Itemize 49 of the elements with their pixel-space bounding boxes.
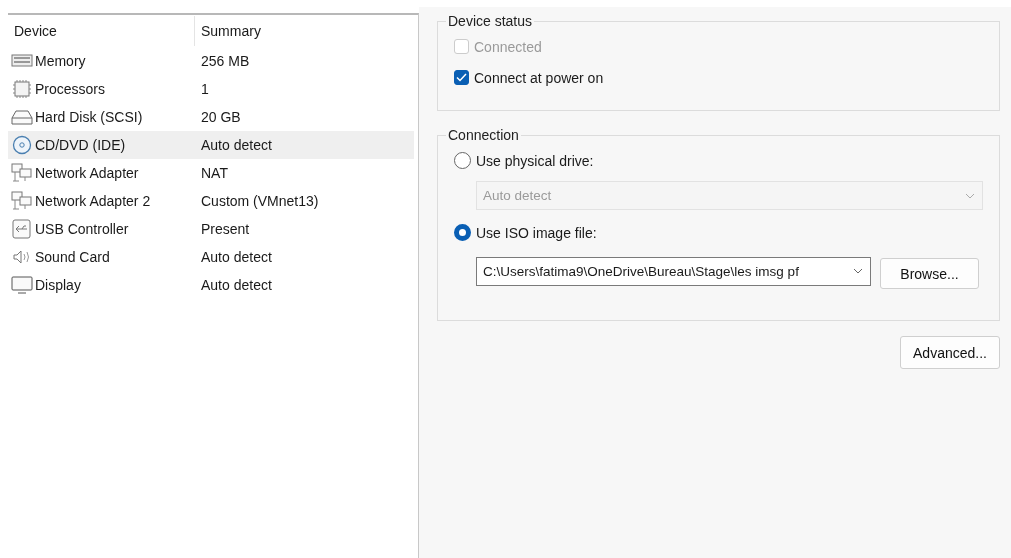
device-name: Sound Card — [35, 249, 110, 265]
memory-icon — [11, 53, 33, 69]
device-summary: 20 GB — [200, 109, 242, 125]
network-icon — [11, 163, 33, 183]
checkbox[interactable] — [454, 70, 469, 85]
device-row[interactable]: Sound Card Auto detect — [8, 243, 414, 271]
device-row[interactable]: Network Adapter NAT — [8, 159, 414, 187]
chevron-down-icon — [853, 268, 863, 274]
device-summary: Present — [200, 221, 251, 237]
device-name: Network Adapter — [35, 165, 139, 181]
group-title: Connection — [447, 127, 520, 143]
device-summary: 256 MB — [200, 53, 251, 69]
device-summary: Auto detect — [200, 137, 273, 153]
device-row[interactable]: Display Auto detect — [8, 271, 414, 299]
checkbox-label[interactable]: Connect at power on — [474, 69, 604, 86]
column-header[interactable]: Summary — [194, 16, 418, 46]
device-summary: 1 — [200, 81, 210, 97]
device-name: Memory — [35, 53, 86, 69]
device-name: Hard Disk (SCSI) — [35, 109, 143, 125]
path-combo-box[interactable]: C:\Users\fatima9\OneDrive\Bureau\Stage\les imsg pf — [476, 256, 871, 286]
device-row[interactable]: Hard Disk (SCSI) 20 GB — [8, 103, 414, 131]
device-summary: NAT — [200, 165, 229, 181]
usb-icon — [11, 219, 33, 239]
device-name: Processors — [35, 81, 106, 97]
column-header[interactable]: Device — [8, 23, 194, 39]
device-summary: Custom (VMnet13) — [200, 193, 320, 209]
device-name: USB Controller — [35, 221, 129, 237]
advanced-button[interactable]: Advanced... — [900, 336, 1000, 369]
radio-button[interactable] — [454, 152, 471, 169]
device-summary: Auto detect — [200, 249, 273, 265]
device-name: Display — [35, 277, 81, 293]
network-icon — [11, 191, 33, 211]
chevron-down-icon — [965, 192, 975, 199]
radio-label[interactable]: Use physical drive: — [476, 152, 594, 169]
radio-button[interactable] — [454, 224, 471, 241]
chip-icon — [11, 79, 33, 99]
device-row[interactable]: CD/DVD (IDE) Auto detect — [8, 131, 414, 159]
device-row[interactable]: Network Adapter 2 Custom (VMnet13) — [8, 187, 414, 215]
device-name: CD/DVD (IDE) — [35, 137, 126, 153]
device-row[interactable]: Processors 1 — [8, 75, 414, 103]
group-title: Device status — [447, 13, 534, 29]
radio-label[interactable]: Use ISO image file: — [476, 224, 597, 241]
device-name: Network Adapter 2 — [35, 193, 151, 209]
monitor-icon — [11, 275, 33, 295]
device-row[interactable]: Memory 256 MB — [8, 47, 414, 75]
device-row[interactable]: USB Controller Present — [8, 215, 414, 243]
disc-icon — [11, 135, 33, 155]
device-summary: Auto detect — [200, 277, 273, 293]
browse-button[interactable]: Browse... — [880, 258, 979, 289]
